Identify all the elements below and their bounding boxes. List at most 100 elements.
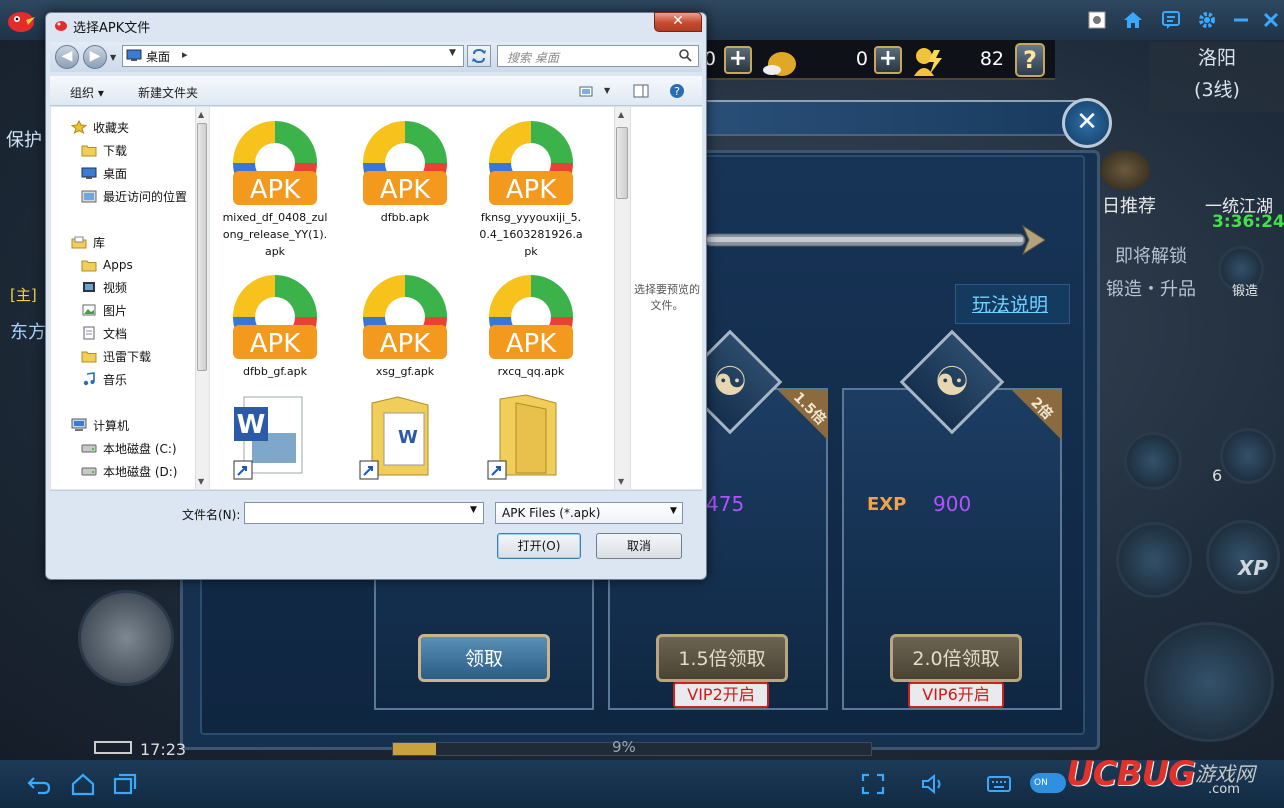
scroll-down-icon[interactable]: ▼ [198,477,204,486]
forward-arrow-icon[interactable]: ▶ [83,45,107,69]
music-icon [81,372,97,386]
nav-tree-item[interactable]: 文档 [81,323,127,343]
home-icon[interactable] [1122,9,1144,31]
filename-input[interactable] [244,502,484,524]
hud-add-button-1[interactable]: + [724,46,752,74]
organize-menu[interactable]: 组织 ▾ [70,84,104,101]
claim-button[interactable]: 领取 [418,634,550,682]
folder-shortcut-icon[interactable]: W [358,393,438,486]
back-arrow-icon[interactable]: ◀ [55,45,79,69]
nav-tree-label: 迅雷下载 [103,349,152,364]
nav-tree-item[interactable]: 最近访问的位置 [81,186,187,206]
open-button[interactable]: 打开(O) [497,533,581,559]
file-item[interactable]: APK mixed_df_0408_zulong_release_YY(1).ap… [220,115,330,265]
rules-link[interactable]: 玩法说明 [955,290,1065,317]
help-button[interactable]: ? [1015,43,1045,77]
nav-tree-item[interactable]: 收藏夹 [70,117,130,137]
hud-add-button-2[interactable]: + [874,46,902,74]
file-name: dfbb.apk [380,211,430,224]
nav-tree-label: 本地磁盘 (C:) [103,441,177,456]
nav-tree-item[interactable]: 下载 [81,140,127,160]
filename-dropdown-icon[interactable]: ▼ [470,505,477,515]
search-icon[interactable] [678,48,692,62]
nav-tree-label: 收藏夹 [93,120,130,135]
navigation-pane[interactable]: 收藏夹下载桌面最近访问的位置库 Apps 视频图片文档迅雷下载音乐计算机本地磁盘 (… [51,107,196,489]
file-name: fknsg_yyyouxiji_5.0.4_1603281926.apk [479,211,583,258]
nav-tree-item[interactable]: 图片 [81,300,127,320]
new-folder-button[interactable]: 新建文件夹 [138,84,198,101]
forge-label: 锻造 [1232,284,1259,299]
keyboard-icon[interactable] [986,772,1012,796]
file-scroll-down-icon[interactable]: ▼ [618,477,624,486]
address-chevron-icon[interactable]: ▸ [182,48,188,61]
back-icon[interactable] [26,772,52,796]
screenshot-icon[interactable] [1086,9,1108,31]
help-icon[interactable]: ? [668,82,686,100]
nav-tree-item[interactable]: 计算机 [71,415,129,435]
nav-tree-item[interactable]: 本地磁盘 (D:) [81,461,177,481]
word-document-shortcut-icon[interactable]: W [232,393,312,486]
refresh-button[interactable] [467,45,491,67]
nav-tree-label: 最近访问的位置 [103,189,188,204]
cancel-button[interactable]: 取消 [596,533,682,559]
volume-icon[interactable] [920,772,946,796]
apk-file-icon: APK [357,115,453,211]
file-list-scroll-thumb[interactable] [616,127,628,199]
file-type-select[interactable]: APK Files (*.apk) [495,502,683,524]
home-icon[interactable] [70,772,96,796]
feedback-icon[interactable] [1160,9,1182,31]
svg-text:W: W [237,410,266,440]
apk-file-icon: APK [227,115,323,211]
nav-tree-item[interactable]: 迅雷下载 [81,346,151,366]
address-dropdown-icon[interactable]: ▼ [449,48,456,58]
nav-tree-item[interactable]: 桌面 [81,163,127,183]
meditating-figure-icon: ☯ [934,359,970,405]
nav-tree-label: 视频 [103,280,128,295]
file-list[interactable]: APK mixed_df_0408_zulong_release_YY(1).ap… [210,107,614,489]
settings-icon[interactable] [1196,9,1218,31]
history-dropdown-icon[interactable]: ▼ [110,53,116,62]
fullscreen-icon[interactable] [860,772,886,796]
dialog-close-button[interactable]: ✕ [654,12,702,32]
close-icon[interactable] [1260,9,1282,31]
file-type-dropdown-icon[interactable]: ▼ [670,506,677,516]
nav-tree-item[interactable]: Apps [81,255,133,275]
file-name: dfbb_gf.apk [243,365,307,378]
attack-button[interactable] [1144,622,1274,742]
skill-slash-button[interactable] [1116,522,1192,598]
panel-close-button[interactable]: ✕ [1062,98,1112,148]
watermark-brand: UCBUG [1066,754,1196,794]
quest-name: 东方 [10,322,46,343]
nav-tree-item[interactable]: 本地磁盘 (C:) [81,438,177,458]
vip2-badge: VIP2开启 [673,682,769,708]
skill-refresh-button[interactable] [1124,432,1182,490]
scroll-up-icon[interactable]: ▲ [198,110,204,119]
minimize-icon[interactable] [1230,9,1252,31]
recent-apps-icon[interactable] [112,772,138,796]
file-item[interactable]: APK fknsg_yyyouxiji_5.0.4_1603281926.apk [476,115,586,265]
claim-2x-button[interactable]: 2.0倍领取 [890,634,1022,682]
exp-label: EXP [867,494,907,515]
view-options-icon[interactable] [578,82,596,100]
nav-tree-item[interactable]: 库 [71,232,105,252]
navigation-scroll-thumb[interactable] [197,123,207,371]
file-item[interactable]: APK dfbb.apk [350,115,460,265]
event-timer: 3:36:24 [1212,212,1284,232]
filename-label: 文件名(N): [182,508,241,522]
file-scroll-up-icon[interactable]: ▲ [618,110,624,119]
virtual-joystick[interactable] [78,590,174,686]
claim-1-5x-button[interactable]: 1.5倍领取 [656,634,788,682]
preview-pane-icon[interactable] [632,82,650,100]
city-indicator[interactable]: 洛阳 (3线) [1150,42,1284,112]
address-bar[interactable] [122,45,464,67]
svg-text:APK: APK [506,175,557,205]
xp-skill-label: XP [1238,556,1269,580]
skill-fire-button[interactable] [1220,428,1276,484]
daily-recommend-icon[interactable] [1100,150,1150,190]
nav-tree-label: 音乐 [103,372,128,387]
nav-tree-item[interactable]: 音乐 [81,369,127,389]
toggle-switch[interactable]: ON [1030,773,1066,793]
nav-tree-item[interactable]: 视频 [81,277,127,297]
view-dropdown-icon[interactable]: ▼ [604,86,610,95]
folder-shortcut-icon[interactable] [486,393,566,486]
